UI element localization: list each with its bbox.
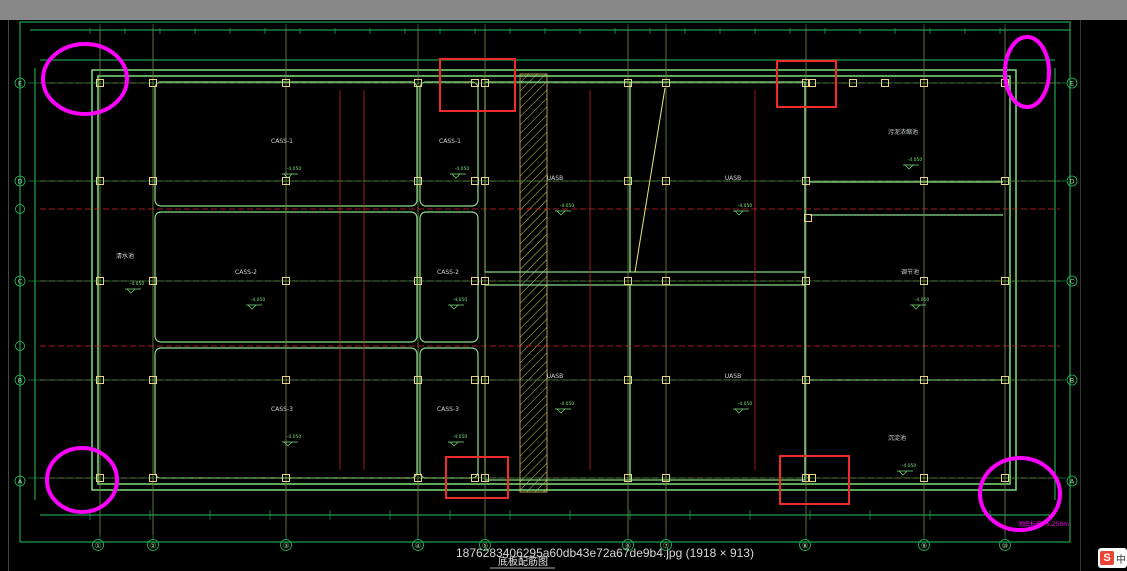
axis-bubble-label: ⑧ xyxy=(802,542,808,550)
elevation-mark xyxy=(448,441,464,447)
elevation-mark xyxy=(910,304,926,310)
review-circles xyxy=(41,35,1062,532)
review-box xyxy=(776,60,837,108)
elevation-mark xyxy=(555,210,571,216)
review-circle xyxy=(978,456,1062,532)
axis-bubble-label: ① xyxy=(95,542,101,550)
room-label: CASS-3 xyxy=(437,406,459,413)
hatched-strip xyxy=(519,73,548,493)
axis-bubble-label: ④ xyxy=(415,542,421,550)
axis-bubble-label: ⑨ xyxy=(921,542,927,550)
axis-bubble-label: ③ xyxy=(283,542,289,550)
ime-indicator[interactable]: S 中 xyxy=(1098,548,1127,568)
room-elevation: -4.050 xyxy=(455,166,470,172)
room-label: 调节池 xyxy=(901,268,919,276)
room-elevation: -4.050 xyxy=(453,297,468,303)
ime-mode-label: 中 xyxy=(1116,554,1126,566)
review-circle xyxy=(45,446,119,514)
room-elevation: -4.050 xyxy=(908,157,923,163)
axis-bubble-label: A xyxy=(1070,478,1075,486)
room-label: CASS-2 xyxy=(235,269,257,276)
elevation-mark xyxy=(555,408,571,414)
room-elevation: -4.050 xyxy=(287,434,302,440)
axis-bubble-label: B xyxy=(1070,377,1074,385)
room-elevation: -4.050 xyxy=(738,203,753,209)
slab-outline xyxy=(91,69,1017,491)
room-elevation: -4.050 xyxy=(560,203,575,209)
room-elevation: -4.050 xyxy=(915,297,930,303)
axis-bubble-label: E xyxy=(18,80,22,88)
room-label: CASS-1 xyxy=(439,138,461,145)
room-label: UASB xyxy=(725,175,741,182)
axis-bubble-label: C xyxy=(18,278,23,286)
elevation-mark xyxy=(897,470,913,476)
room-elevation: -4.050 xyxy=(738,401,753,407)
review-circle xyxy=(1003,35,1051,109)
elevation-mark xyxy=(903,164,919,170)
room-elevation: -4.050 xyxy=(287,166,302,172)
elevation-mark xyxy=(733,210,749,216)
room-label: 清水池 xyxy=(116,252,134,260)
viewer-right-panel xyxy=(1080,20,1127,571)
room-label: CASS-2 xyxy=(437,269,459,276)
axis-bubble-label: D xyxy=(1069,178,1074,186)
room-label: CASS-3 xyxy=(271,406,293,413)
axis-bubble-label: C xyxy=(1070,278,1075,286)
room-label: CASS-1 xyxy=(271,138,293,145)
room-label: UASB xyxy=(725,373,741,380)
axis-bubble-label: B xyxy=(18,377,22,385)
elevation-mark xyxy=(282,441,298,447)
room-label: 沉淀池 xyxy=(888,434,906,442)
room-label: 污泥浓缩池 xyxy=(888,128,918,136)
room-elevation: -4.050 xyxy=(453,434,468,440)
axis-lines xyxy=(40,28,1060,535)
room-elevation: -4.050 xyxy=(251,297,266,303)
review-rectangles xyxy=(439,58,850,505)
cad-drawing: CASS-1 -4.050 CASS-1 -4.050 CASS-2 -4.050 CASS… xyxy=(14,21,1078,569)
elevation-mark xyxy=(125,288,141,294)
room-elevation: -4.050 xyxy=(902,463,917,469)
review-circle xyxy=(41,42,129,116)
elevation-mark xyxy=(448,304,464,310)
room-label: UASB xyxy=(547,373,563,380)
room-label: UASB xyxy=(547,175,563,182)
elevation-mark xyxy=(246,304,262,310)
axis-bubble-label: ② xyxy=(150,542,156,550)
room-elevation: -4.050 xyxy=(560,401,575,407)
elevation-mark xyxy=(733,408,749,414)
axis-bubble-label: E xyxy=(1070,80,1074,88)
axis-bubble-label: ⑩ xyxy=(1002,542,1008,550)
axis-bubble-label: A xyxy=(18,478,23,486)
sogou-icon: S xyxy=(1100,551,1114,565)
room-elevation: -4.050 xyxy=(130,281,145,287)
elevation-mark xyxy=(450,173,466,179)
ramp-line xyxy=(634,87,666,273)
axis-bubble-label: D xyxy=(17,178,22,186)
elevation-note: 池底标高 -5.250m xyxy=(1018,520,1069,528)
image-caption: 1876283406295a60db43e72a67de9b4.jpg (191… xyxy=(456,546,754,560)
column-markers xyxy=(96,79,1009,482)
